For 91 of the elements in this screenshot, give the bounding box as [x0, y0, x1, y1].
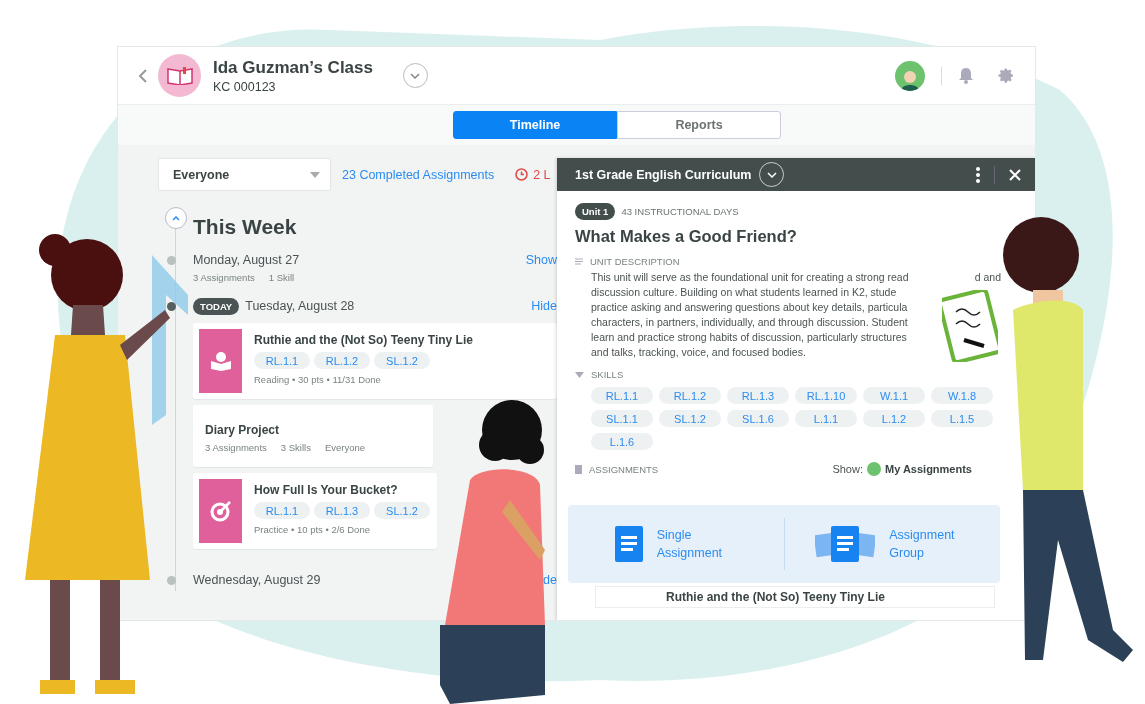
bell-icon[interactable]: [958, 67, 974, 84]
completed-assignments-link[interactable]: 23 Completed Assignments: [342, 167, 495, 182]
tag-icon: [575, 371, 584, 378]
audience: Everyone: [324, 442, 366, 453]
skill-tag[interactable]: RL.1.3: [727, 387, 789, 404]
late-count[interactable]: 2 L: [515, 167, 551, 182]
reading-icon: [199, 329, 242, 393]
document-icon: [614, 526, 643, 562]
late-text: 2 L: [533, 167, 551, 182]
day-date: Tuesday, August 28: [245, 299, 355, 313]
tab[interactable]: Reports: [617, 111, 781, 139]
assignment-title: Ruthie and the (Not So) Teeny Tiny Lie: [254, 333, 473, 347]
description-text: characters, in partners, individually, and through discussion. Student: [591, 315, 908, 330]
toggle-link[interactable]: Show: [525, 253, 557, 267]
skill-tag[interactable]: RL.1.10: [795, 387, 857, 404]
show-filter[interactable]: My Assignments: [885, 463, 972, 475]
project-card[interactable]: Diary Project 3 Assignments 3 Skills Everyone: [193, 405, 433, 467]
show-label: Show:: [832, 463, 863, 475]
assignment-type-button[interactable]: Single Assignment: [568, 505, 784, 583]
back-button[interactable]: [138, 68, 148, 83]
panel-title: 1st Grade English Curriculum: [575, 167, 752, 182]
chevron-down-icon: [410, 72, 421, 79]
week-heading: This Week: [193, 215, 298, 239]
settings-icon[interactable]: [998, 67, 1015, 84]
clipboard-drawing: [942, 290, 998, 362]
skill-tag[interactable]: L.1.1: [795, 410, 857, 427]
toggle-link[interactable]: de: [543, 573, 557, 587]
day-date: Monday, August 27: [193, 253, 300, 267]
section-label: SKILLS: [591, 369, 624, 380]
skill-tag[interactable]: L.1.2: [863, 410, 925, 427]
day-summary: 3 Assignments: [193, 272, 255, 283]
skill-tag[interactable]: RL.1.3: [314, 502, 370, 519]
chevron-up-icon: [171, 215, 180, 221]
more-icon[interactable]: [976, 166, 980, 183]
skill-tag[interactable]: RL.1.2: [659, 387, 721, 404]
caret-icon: [310, 171, 320, 178]
description-text: d and: [974, 270, 1001, 285]
tab[interactable]: Timeline: [453, 111, 617, 139]
description-text: and talks, tracking, voice, and focused bodies.: [591, 345, 806, 360]
toggle-link[interactable]: Hide: [531, 299, 557, 313]
class-title: Ida Guzman’s Class: [213, 57, 373, 78]
skill-tag[interactable]: SL.1.2: [374, 502, 430, 519]
assignment-title: Ruthie and the (Not So) Teeny Tiny Lie: [666, 590, 885, 604]
assignment-card[interactable]: How Full Is Your Bucket? RL.1.1 RL.1.3 SL.1.2 Practice • 10 pts • 2/6 Done: [193, 473, 437, 549]
day-date: Wednesday, August 29: [193, 573, 321, 587]
book-icon: [158, 54, 201, 97]
document-icon: [575, 464, 582, 474]
chevron-down-icon: [766, 171, 777, 178]
day-summary: 1 Skill: [268, 272, 295, 283]
description-text: This unit will serve as the foundational unit for creating a strong read: [591, 270, 909, 285]
avatar[interactable]: [895, 60, 925, 91]
skill-tag[interactable]: SL.1.6: [727, 410, 789, 427]
assignment-meta: Reading • 30 pts • 11/31 Done: [254, 374, 382, 385]
documents-icon: [815, 526, 876, 562]
unit-days: 43 INSTRUCTIONAL DAYS: [621, 206, 739, 217]
skill-tag[interactable]: RL.1.1: [254, 352, 310, 369]
assignment-count: 3 Assignments: [205, 442, 267, 453]
section-label: ASSIGNMENTS: [589, 463, 659, 475]
unit-heading: What Makes a Good Friend?: [575, 227, 798, 246]
assignment-type-button[interactable]: Assignment Group: [784, 505, 1000, 583]
description-text: discussion culture. Building on what students learned in K2, stude: [591, 285, 897, 300]
collapse-button[interactable]: [164, 207, 187, 229]
skill-tag[interactable]: W.1.1: [863, 387, 925, 404]
skill-tag[interactable]: L.1.5: [931, 410, 993, 427]
today-badge: TODAY: [193, 297, 240, 315]
skill-tag[interactable]: W.1.8: [931, 387, 993, 404]
skill-tag[interactable]: SL.1.2: [374, 352, 430, 369]
skill-tag[interactable]: RL.1.1: [591, 387, 653, 404]
assignment-meta: Practice • 10 pts • 2/6 Done: [254, 524, 371, 535]
description-text: learn and practice strong habits of discussion, particularly structures: [591, 330, 907, 345]
project-title: Diary Project: [205, 423, 281, 437]
skill-tag[interactable]: RL.1.2: [314, 352, 370, 369]
dropdown-button[interactable]: [403, 63, 428, 88]
skill-tag[interactable]: RL.1.1: [254, 502, 310, 519]
description-text: practice asking and answering questions about key details, particula: [591, 300, 908, 315]
avatar: [867, 462, 881, 476]
clock-icon: [515, 168, 529, 181]
skill-tag[interactable]: L.1.6: [591, 433, 653, 450]
assignment-row[interactable]: Ruthie and the (Not So) Teeny Tiny Lie: [595, 586, 995, 608]
unit-badge: Unit 1: [575, 203, 616, 220]
filter-dropdown[interactable]: Everyone: [158, 158, 331, 191]
section-label: UNIT DESCRIPTION: [590, 256, 680, 267]
target-icon: [199, 479, 242, 543]
assignment-title: How Full Is Your Bucket?: [254, 483, 399, 497]
assignment-card[interactable]: Ruthie and the (Not So) Teeny Tiny Lie RL.1.1 RL.1.2 SL.1.2 Reading • 30 pts • 11/31 Done: [193, 323, 557, 399]
skill-tag[interactable]: SL.1.1: [591, 410, 653, 427]
text-icon: [575, 258, 583, 265]
skill-count: 3 Skills: [280, 442, 311, 453]
skill-tag[interactable]: SL.1.2: [659, 410, 721, 427]
class-code: KC 000123: [213, 79, 277, 94]
close-icon[interactable]: [1009, 168, 1021, 181]
